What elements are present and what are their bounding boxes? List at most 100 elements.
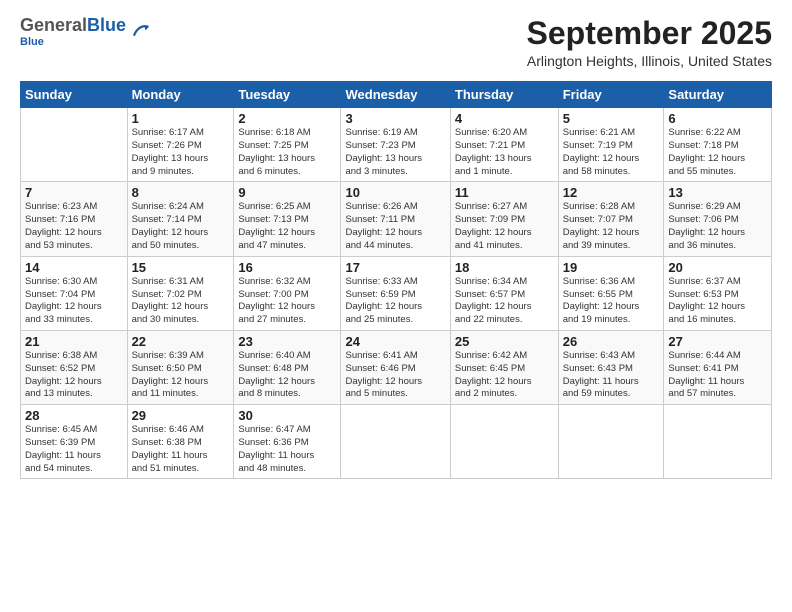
day-info: Sunrise: 6:33 AM Sunset: 6:59 PM Dayligh… (345, 276, 445, 327)
day-number: 14 (25, 260, 123, 275)
day-info: Sunrise: 6:41 AM Sunset: 6:46 PM Dayligh… (345, 350, 445, 401)
day-info: Sunrise: 6:22 AM Sunset: 7:18 PM Dayligh… (668, 127, 767, 178)
calendar-week-2: 7Sunrise: 6:23 AM Sunset: 7:16 PM Daylig… (21, 182, 772, 256)
calendar-cell: 7Sunrise: 6:23 AM Sunset: 7:16 PM Daylig… (21, 182, 128, 256)
day-info: Sunrise: 6:37 AM Sunset: 6:53 PM Dayligh… (668, 276, 767, 327)
col-monday: Monday (127, 82, 234, 108)
day-info: Sunrise: 6:20 AM Sunset: 7:21 PM Dayligh… (455, 127, 554, 178)
day-info: Sunrise: 6:43 AM Sunset: 6:43 PM Dayligh… (563, 350, 660, 401)
day-info: Sunrise: 6:44 AM Sunset: 6:41 PM Dayligh… (668, 350, 767, 401)
calendar-cell: 24Sunrise: 6:41 AM Sunset: 6:46 PM Dayli… (341, 330, 450, 404)
day-info: Sunrise: 6:40 AM Sunset: 6:48 PM Dayligh… (238, 350, 336, 401)
logo-blue: Blue (87, 15, 126, 35)
day-number: 1 (132, 111, 230, 126)
day-info: Sunrise: 6:47 AM Sunset: 6:36 PM Dayligh… (238, 424, 336, 475)
col-wednesday: Wednesday (341, 82, 450, 108)
col-friday: Friday (558, 82, 664, 108)
calendar-cell (21, 108, 128, 182)
col-tuesday: Tuesday (234, 82, 341, 108)
calendar-cell: 11Sunrise: 6:27 AM Sunset: 7:09 PM Dayli… (450, 182, 558, 256)
title-block: September 2025 Arlington Heights, Illino… (527, 16, 772, 69)
calendar-cell: 6Sunrise: 6:22 AM Sunset: 7:18 PM Daylig… (664, 108, 772, 182)
month-title: September 2025 (527, 16, 772, 51)
day-number: 22 (132, 334, 230, 349)
calendar-cell: 2Sunrise: 6:18 AM Sunset: 7:25 PM Daylig… (234, 108, 341, 182)
calendar-week-3: 14Sunrise: 6:30 AM Sunset: 7:04 PM Dayli… (21, 256, 772, 330)
calendar-cell: 28Sunrise: 6:45 AM Sunset: 6:39 PM Dayli… (21, 405, 128, 479)
day-number: 30 (238, 408, 336, 423)
calendar-cell: 18Sunrise: 6:34 AM Sunset: 6:57 PM Dayli… (450, 256, 558, 330)
day-number: 11 (455, 185, 554, 200)
calendar-cell: 22Sunrise: 6:39 AM Sunset: 6:50 PM Dayli… (127, 330, 234, 404)
day-info: Sunrise: 6:46 AM Sunset: 6:38 PM Dayligh… (132, 424, 230, 475)
col-thursday: Thursday (450, 82, 558, 108)
day-info: Sunrise: 6:25 AM Sunset: 7:13 PM Dayligh… (238, 201, 336, 252)
day-number: 29 (132, 408, 230, 423)
calendar-cell: 3Sunrise: 6:19 AM Sunset: 7:23 PM Daylig… (341, 108, 450, 182)
calendar-week-4: 21Sunrise: 6:38 AM Sunset: 6:52 PM Dayli… (21, 330, 772, 404)
calendar-cell: 19Sunrise: 6:36 AM Sunset: 6:55 PM Dayli… (558, 256, 664, 330)
day-number: 10 (345, 185, 445, 200)
calendar-cell (450, 405, 558, 479)
calendar-cell: 23Sunrise: 6:40 AM Sunset: 6:48 PM Dayli… (234, 330, 341, 404)
day-number: 24 (345, 334, 445, 349)
calendar-cell: 25Sunrise: 6:42 AM Sunset: 6:45 PM Dayli… (450, 330, 558, 404)
calendar-cell: 21Sunrise: 6:38 AM Sunset: 6:52 PM Dayli… (21, 330, 128, 404)
day-number: 13 (668, 185, 767, 200)
calendar-cell: 30Sunrise: 6:47 AM Sunset: 6:36 PM Dayli… (234, 405, 341, 479)
calendar-cell: 8Sunrise: 6:24 AM Sunset: 7:14 PM Daylig… (127, 182, 234, 256)
day-info: Sunrise: 6:36 AM Sunset: 6:55 PM Dayligh… (563, 276, 660, 327)
calendar-cell: 27Sunrise: 6:44 AM Sunset: 6:41 PM Dayli… (664, 330, 772, 404)
logo-general: General (20, 15, 87, 35)
day-number: 25 (455, 334, 554, 349)
calendar-cell (558, 405, 664, 479)
day-number: 21 (25, 334, 123, 349)
day-number: 4 (455, 111, 554, 126)
logo: GeneralBlue Blue (20, 16, 150, 48)
calendar-cell: 4Sunrise: 6:20 AM Sunset: 7:21 PM Daylig… (450, 108, 558, 182)
day-info: Sunrise: 6:27 AM Sunset: 7:09 PM Dayligh… (455, 201, 554, 252)
calendar-cell: 13Sunrise: 6:29 AM Sunset: 7:06 PM Dayli… (664, 182, 772, 256)
location: Arlington Heights, Illinois, United Stat… (527, 53, 772, 69)
calendar-cell: 26Sunrise: 6:43 AM Sunset: 6:43 PM Dayli… (558, 330, 664, 404)
col-sunday: Sunday (21, 82, 128, 108)
day-info: Sunrise: 6:26 AM Sunset: 7:11 PM Dayligh… (345, 201, 445, 252)
day-info: Sunrise: 6:30 AM Sunset: 7:04 PM Dayligh… (25, 276, 123, 327)
day-number: 27 (668, 334, 767, 349)
day-info: Sunrise: 6:45 AM Sunset: 6:39 PM Dayligh… (25, 424, 123, 475)
day-number: 7 (25, 185, 123, 200)
day-number: 3 (345, 111, 445, 126)
day-number: 5 (563, 111, 660, 126)
col-saturday: Saturday (664, 82, 772, 108)
calendar-week-5: 28Sunrise: 6:45 AM Sunset: 6:39 PM Dayli… (21, 405, 772, 479)
day-info: Sunrise: 6:23 AM Sunset: 7:16 PM Dayligh… (25, 201, 123, 252)
day-number: 19 (563, 260, 660, 275)
header: GeneralBlue Blue September 2025 Arlingto… (20, 16, 772, 69)
calendar-cell (664, 405, 772, 479)
day-info: Sunrise: 6:31 AM Sunset: 7:02 PM Dayligh… (132, 276, 230, 327)
calendar-cell: 5Sunrise: 6:21 AM Sunset: 7:19 PM Daylig… (558, 108, 664, 182)
day-info: Sunrise: 6:42 AM Sunset: 6:45 PM Dayligh… (455, 350, 554, 401)
day-info: Sunrise: 6:29 AM Sunset: 7:06 PM Dayligh… (668, 201, 767, 252)
day-info: Sunrise: 6:32 AM Sunset: 7:00 PM Dayligh… (238, 276, 336, 327)
day-number: 28 (25, 408, 123, 423)
day-info: Sunrise: 6:18 AM Sunset: 7:25 PM Dayligh… (238, 127, 336, 178)
day-number: 20 (668, 260, 767, 275)
day-info: Sunrise: 6:39 AM Sunset: 6:50 PM Dayligh… (132, 350, 230, 401)
day-number: 26 (563, 334, 660, 349)
day-info: Sunrise: 6:17 AM Sunset: 7:26 PM Dayligh… (132, 127, 230, 178)
day-number: 23 (238, 334, 336, 349)
calendar-cell: 1Sunrise: 6:17 AM Sunset: 7:26 PM Daylig… (127, 108, 234, 182)
day-info: Sunrise: 6:28 AM Sunset: 7:07 PM Dayligh… (563, 201, 660, 252)
logo-blue-line: Blue (20, 36, 126, 48)
day-info: Sunrise: 6:19 AM Sunset: 7:23 PM Dayligh… (345, 127, 445, 178)
day-number: 2 (238, 111, 336, 126)
day-number: 16 (238, 260, 336, 275)
day-number: 12 (563, 185, 660, 200)
calendar-header-row: Sunday Monday Tuesday Wednesday Thursday… (21, 82, 772, 108)
calendar-cell: 16Sunrise: 6:32 AM Sunset: 7:00 PM Dayli… (234, 256, 341, 330)
calendar-cell: 9Sunrise: 6:25 AM Sunset: 7:13 PM Daylig… (234, 182, 341, 256)
day-number: 6 (668, 111, 767, 126)
day-number: 8 (132, 185, 230, 200)
day-info: Sunrise: 6:24 AM Sunset: 7:14 PM Dayligh… (132, 201, 230, 252)
